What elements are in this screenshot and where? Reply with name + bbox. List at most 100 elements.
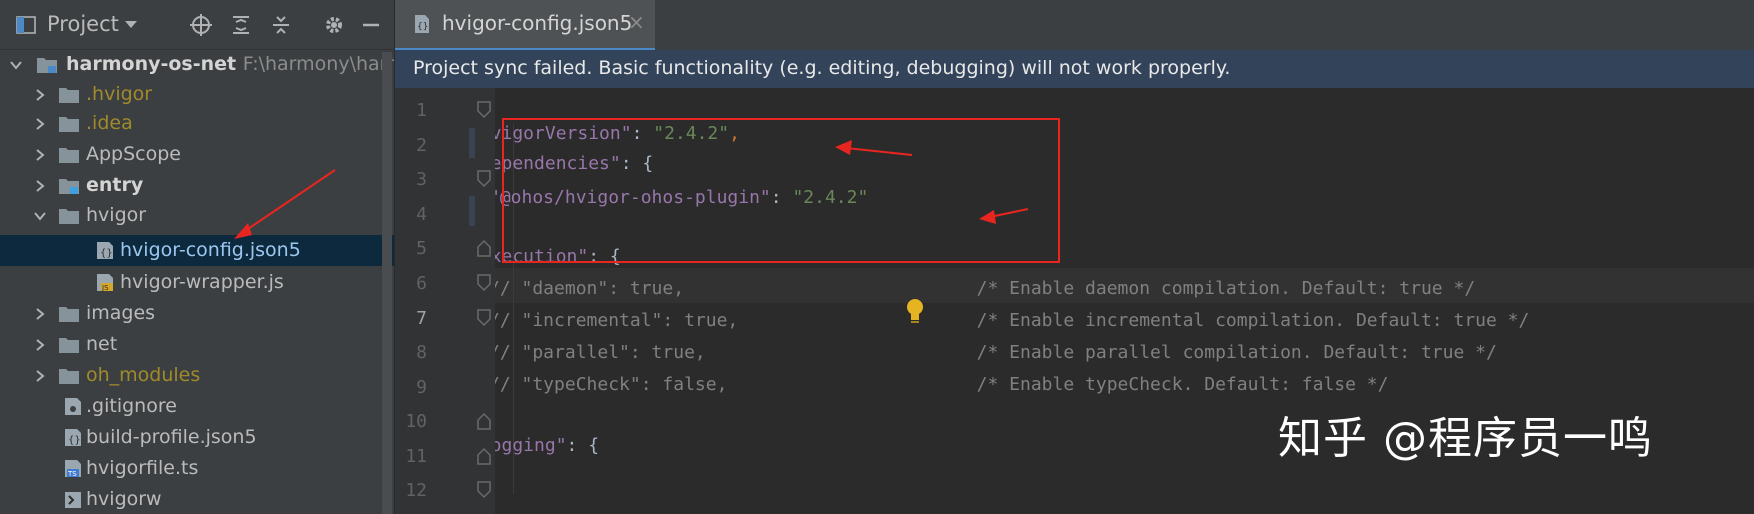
json5-file-icon: {} [65,429,81,446]
annotation-arrow [835,140,913,156]
lightbulb-icon[interactable] [905,297,925,325]
tree-item-label: .idea [86,112,133,134]
fold-marker-icon[interactable] [477,309,491,327]
module-folder-icon [37,58,57,73]
fold-end-icon[interactable] [477,239,491,257]
fold-marker-icon[interactable] [477,101,491,119]
folder-icon [59,369,79,384]
folder-icon [59,338,79,353]
project-panel-header: Project [0,0,394,50]
tree-item-label: build-profile.json5 [86,426,257,448]
folder-icon [59,88,79,103]
line-number: 10 [405,411,427,432]
code-line-8: // "incremental": true, /* Enable increm… [495,310,1530,331]
line-number: 6 [416,273,427,294]
annotation-highlight-box [502,118,1060,263]
line-number: 1 [416,100,427,121]
tree-item-hvigorfile[interactable]: TS hvigorfile.ts [0,453,394,484]
code-line-10: // "typeCheck": false, /* Enable typeChe… [495,374,1389,395]
json5-file-icon: {} [415,15,429,33]
chevron-down-icon[interactable] [124,20,138,30]
svg-text:TS: TS [67,470,77,478]
fold-end-icon[interactable] [477,447,491,465]
tree-item-label: harmony-os-net F:\harmony\harmo [66,53,394,75]
fold-marker-icon[interactable] [477,170,491,188]
ts-file-icon: TS [65,460,81,478]
tree-item-label: AppScope [86,143,181,165]
folder-icon [59,117,79,132]
tree-item-oh-modules[interactable]: oh_modules [0,360,394,391]
annotation-arrow [979,208,1029,224]
line-number: 12 [405,480,427,501]
code-line-9: // "parallel": true, /* Enable parallel … [495,342,1497,363]
tree-item-build-profile[interactable]: {} build-profile.json5 [0,422,394,453]
fold-marker-icon[interactable] [477,481,491,499]
svg-text:{}: {} [417,22,428,32]
chevron-down-icon[interactable] [9,58,23,72]
module-folder-icon [59,179,79,194]
editor-tab-bar: {} hvigor-config.json5 × [395,0,1754,51]
tree-item-label: hvigor [86,204,147,226]
chevron-right-icon[interactable] [33,88,47,102]
tree-item-net[interactable]: net [0,329,394,360]
chevron-right-icon[interactable] [33,369,47,383]
chevron-right-icon[interactable] [33,148,47,162]
chevron-right-icon[interactable] [33,117,47,131]
hide-panel-icon[interactable] [360,14,382,36]
folder-icon [59,148,79,163]
collapse-all-icon[interactable] [270,14,292,36]
tree-item-harmony-os-net[interactable]: harmony-os-net F:\harmony\harmo [0,49,394,80]
tree-item-gitignore[interactable]: .gitignore [0,391,394,422]
chevron-right-icon[interactable] [33,179,47,193]
folder-icon [59,307,79,322]
annotation-arrow [234,169,336,239]
gear-icon[interactable] [323,14,345,36]
tree-item-hvigor-wrapper[interactable]: JS hvigor-wrapper.js [0,267,394,298]
chevron-down-icon[interactable] [33,209,47,223]
project-scrollbar[interactable] [382,52,392,514]
locate-target-icon[interactable] [190,14,212,36]
project-panel-title[interactable]: Project [47,12,119,36]
project-panel: Project harmony-os-net F:\harmony\har .h… [0,0,394,514]
line-number: 9 [416,377,427,398]
banner-message: Project sync failed. Basic functionality… [413,57,1231,79]
svg-text:{}: {} [68,435,81,446]
tree-item-label: oh_modules [86,364,201,386]
fold-marker-icon[interactable] [477,274,491,292]
tree-item-label: net [86,333,118,355]
line-number: 5 [416,238,427,259]
tree-item-hvigor-hidden[interactable]: .hvigor [0,79,394,110]
line-gutter: 1 2 3 4 5 6 7 8 9 10 11 12 [395,88,495,514]
svg-text:JS: JS [101,284,109,292]
sync-failed-banner: Project sync failed. Basic functionality… [395,50,1754,88]
folder-icon [59,209,79,224]
config-file-icon [65,398,81,415]
shell-file-icon [65,492,81,508]
tree-item-images[interactable]: images [0,298,394,329]
tab-hvigor-config[interactable]: {} hvigor-config.json5 × [395,0,655,51]
tree-item-hvigorw[interactable]: hvigorw [0,484,394,514]
chevron-right-icon[interactable] [33,338,47,352]
code-line-12: "logging": { [495,435,600,456]
line-number: 11 [405,446,427,467]
tree-item-label: hvigor-wrapper.js [120,271,284,293]
fold-end-icon[interactable] [477,412,491,430]
tree-item-label: hvigorfile.ts [86,457,199,479]
js-file-icon: JS [97,274,113,292]
change-marker[interactable] [469,128,475,158]
json5-file-icon: {} [97,242,113,259]
line-number: 4 [416,204,427,225]
watermark-text: 知乎 @程序员一鸣 [1278,413,1653,464]
expand-all-icon[interactable] [230,14,252,36]
close-icon[interactable]: × [628,10,645,34]
line-number: 3 [416,169,427,190]
tree-item-label: entry [86,174,144,196]
tree-item-idea[interactable]: .idea [0,108,394,139]
line-number-current: 7 [416,308,427,329]
chevron-right-icon[interactable] [33,307,47,321]
line-number: 8 [416,342,427,363]
change-marker[interactable] [469,196,475,226]
code-line-7: // "daemon": true, /* Enable daemon comp… [495,278,1476,299]
project-window-icon [16,16,36,34]
tab-label: hvigor-config.json5 [442,11,633,35]
